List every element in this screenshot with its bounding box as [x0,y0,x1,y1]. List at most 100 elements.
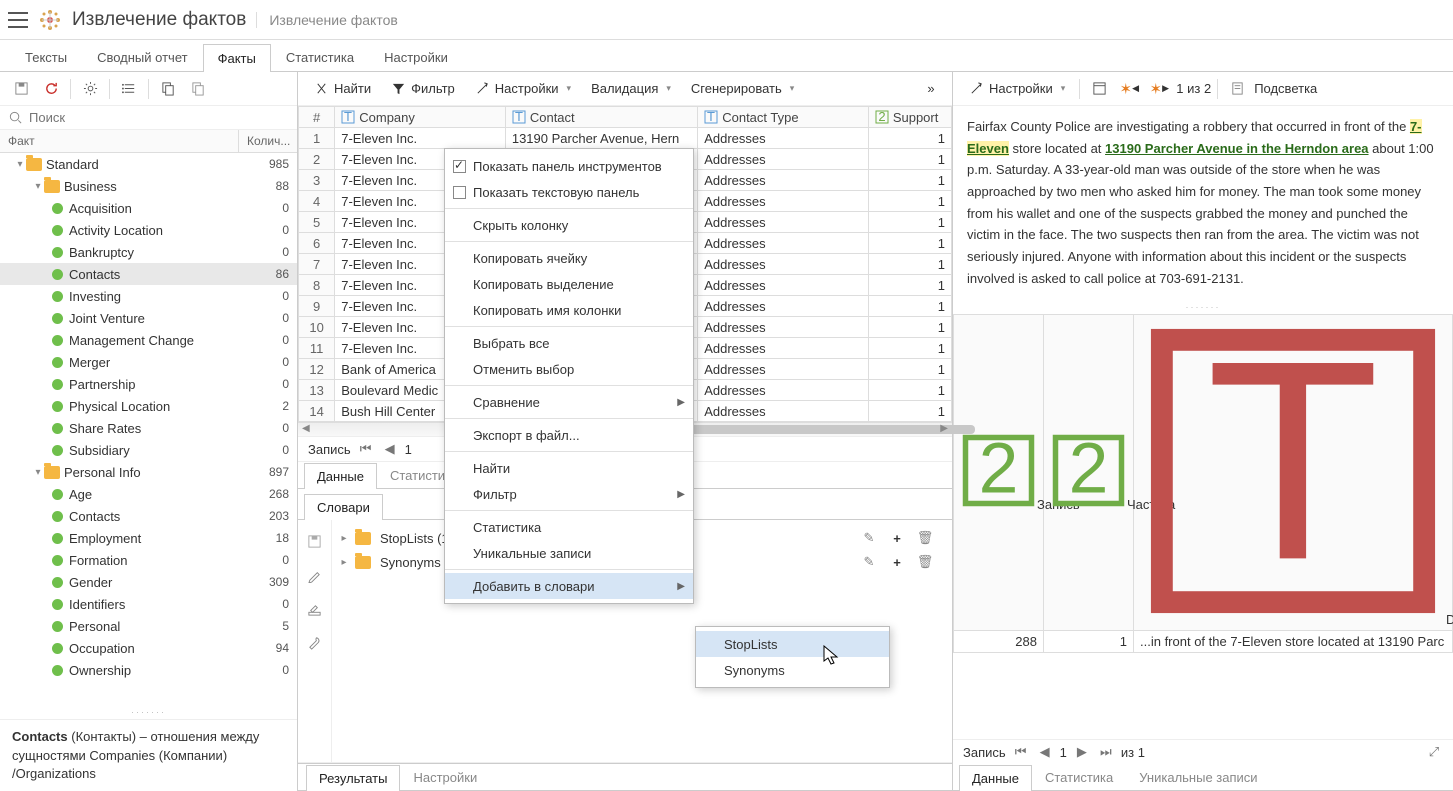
tree-leaf[interactable]: Acquisition0 [0,197,297,219]
menu-show-toolbar[interactable]: Показать панель инструментов [445,153,693,179]
tree-folder[interactable]: ▾Business88 [0,175,297,197]
dict-wrench-icon[interactable] [302,630,328,656]
grid-col-header[interactable]: TContact [505,107,697,128]
grid-col-header[interactable]: TCompany [335,107,506,128]
rgrid-col[interactable]: 2Частота [1044,314,1134,630]
col-fact-header[interactable]: Факт [0,130,239,152]
tree-leaf[interactable]: Subsidiary0 [0,439,297,461]
grid-col-header[interactable]: TContact Type [698,107,869,128]
star-prev-icon[interactable]: ✶◀ [1116,76,1142,102]
filter-button[interactable]: Фильтр [383,78,463,99]
copy-icon[interactable] [155,76,181,102]
star-next-icon[interactable]: ✶▶ [1146,76,1172,102]
settings-dropdown[interactable]: Настройки [467,78,579,99]
overflow-icon[interactable]: » [918,76,944,102]
tree-leaf[interactable]: Merger0 [0,351,297,373]
tree-leaf[interactable]: Gender309 [0,571,297,593]
expand-icon[interactable]: ⤢ [1425,744,1443,760]
highlight-label[interactable]: Подсветка [1254,81,1317,96]
tree-leaf[interactable]: Age268 [0,483,297,505]
nav-first-icon[interactable]: ⏮ [1012,744,1030,760]
tab-Факты[interactable]: Факты [203,44,271,72]
rgrid-col[interactable]: 2Запись [954,314,1044,630]
subtab-Данные[interactable]: Данные [304,463,377,489]
tree-leaf[interactable]: Share Rates0 [0,417,297,439]
tab-Статистика[interactable]: Статистика [271,43,369,71]
save-icon[interactable] [8,76,34,102]
nav-prev-icon[interactable]: ◀ [381,441,399,457]
refresh-icon[interactable] [38,76,64,102]
rtab-Уникальные записи[interactable]: Уникальные записи [1126,764,1270,790]
edit-icon[interactable]: ✎ [858,527,880,549]
delete-icon[interactable]: 🗑 [914,551,936,573]
rtab-Данные[interactable]: Данные [959,765,1032,791]
tree-leaf[interactable]: Employment18 [0,527,297,549]
find-button[interactable]: Найти [306,78,379,99]
list-icon[interactable] [116,76,142,102]
menu-copy-cell[interactable]: Копировать ячейку [445,245,693,271]
menu-find[interactable]: Найти [445,455,693,481]
tree-leaf[interactable]: Personal5 [0,615,297,637]
gear-icon[interactable] [77,76,103,102]
tree-leaf[interactable]: Joint Venture0 [0,307,297,329]
menu-compare[interactable]: Сравнение▶ [445,389,693,415]
tree-leaf[interactable]: Management Change0 [0,329,297,351]
add-icon[interactable]: + [886,527,908,549]
hamburger-menu[interactable] [8,12,28,28]
tree-leaf[interactable]: Identifiers0 [0,593,297,615]
nav-last-icon[interactable]: ⏭ [1097,744,1115,760]
btab-Настройки[interactable]: Настройки [400,764,490,790]
rgrid-col[interactable]: TDescription [1134,314,1453,630]
grid-col-header[interactable]: 2Support [868,107,951,128]
dict-save-icon[interactable] [302,528,328,554]
generate-dropdown[interactable]: Сгенерировать [683,78,802,99]
tab-Сводный отчет[interactable]: Сводный отчет [82,43,203,71]
tree-leaf[interactable]: Partnership0 [0,373,297,395]
menu-copy-colname[interactable]: Копировать имя колонки [445,297,693,323]
menu-add-dict[interactable]: Добавить в словари▶ [445,573,693,599]
tree-leaf[interactable]: Occupation94 [0,637,297,659]
validation-dropdown[interactable]: Валидация [583,78,679,99]
submenu-synonyms[interactable]: Synonyms [696,657,889,683]
dict-edit2-icon[interactable] [302,596,328,622]
btab-Результаты[interactable]: Результаты [306,765,400,791]
edit-icon[interactable]: ✎ [858,551,880,573]
window-icon[interactable] [1086,76,1112,102]
menu-show-text-panel[interactable]: Показать текстовую панель [445,179,693,205]
menu-unique[interactable]: Уникальные записи [445,540,693,566]
context-menu[interactable]: Показать панель инструментов Показать те… [444,148,694,604]
doc-icon[interactable] [1224,76,1250,102]
menu-hide-column[interactable]: Скрыть колонку [445,212,693,238]
col-count-header[interactable]: Колич... [239,130,297,152]
tree-leaf[interactable]: Activity Location0 [0,219,297,241]
tab-dictionaries[interactable]: Словари [304,494,383,520]
nav-next-icon[interactable]: ▶ [1073,744,1091,760]
menu-select-all[interactable]: Выбрать все [445,330,693,356]
menu-stats[interactable]: Статистика [445,514,693,540]
nav-first-icon[interactable]: ⏮ [357,441,375,457]
tree-folder[interactable]: ▾Personal Info897 [0,461,297,483]
tree-leaf[interactable]: Formation0 [0,549,297,571]
tab-Настройки[interactable]: Настройки [369,43,463,71]
tree-leaf[interactable]: Ownership0 [0,659,297,681]
right-settings-dropdown[interactable]: Настройки [961,78,1073,99]
tree-leaf[interactable]: Physical Location2 [0,395,297,417]
tree-leaf[interactable]: Contacts86 [0,263,297,285]
add-icon[interactable]: + [886,551,908,573]
table-row[interactable]: 17-Eleven Inc.13190 Parcher Avenue, Hern… [299,128,952,149]
tree-leaf[interactable]: Bankruptcy0 [0,241,297,263]
context-submenu[interactable]: StopLists Synonyms [695,626,890,688]
search-input[interactable] [29,110,289,125]
tree-folder[interactable]: ▾Standard985 [0,153,297,175]
menu-filter[interactable]: Фильтр▶ [445,481,693,507]
grid-col-header[interactable]: # [299,107,335,128]
menu-export[interactable]: Экспорт в файл... [445,422,693,448]
tree-leaf[interactable]: Investing0 [0,285,297,307]
tab-Тексты[interactable]: Тексты [10,43,82,71]
right-grid[interactable]: 2Запись2ЧастотаTDescription 2881...in fr… [953,314,1453,653]
tree-leaf[interactable]: Contacts203 [0,505,297,527]
dict-edit-icon[interactable] [302,562,328,588]
fact-tree[interactable]: ▾Standard985▾Business88Acquisition0Activ… [0,153,297,705]
rtab-Статистика[interactable]: Статистика [1032,764,1126,790]
submenu-stoplists[interactable]: StopLists [696,631,889,657]
